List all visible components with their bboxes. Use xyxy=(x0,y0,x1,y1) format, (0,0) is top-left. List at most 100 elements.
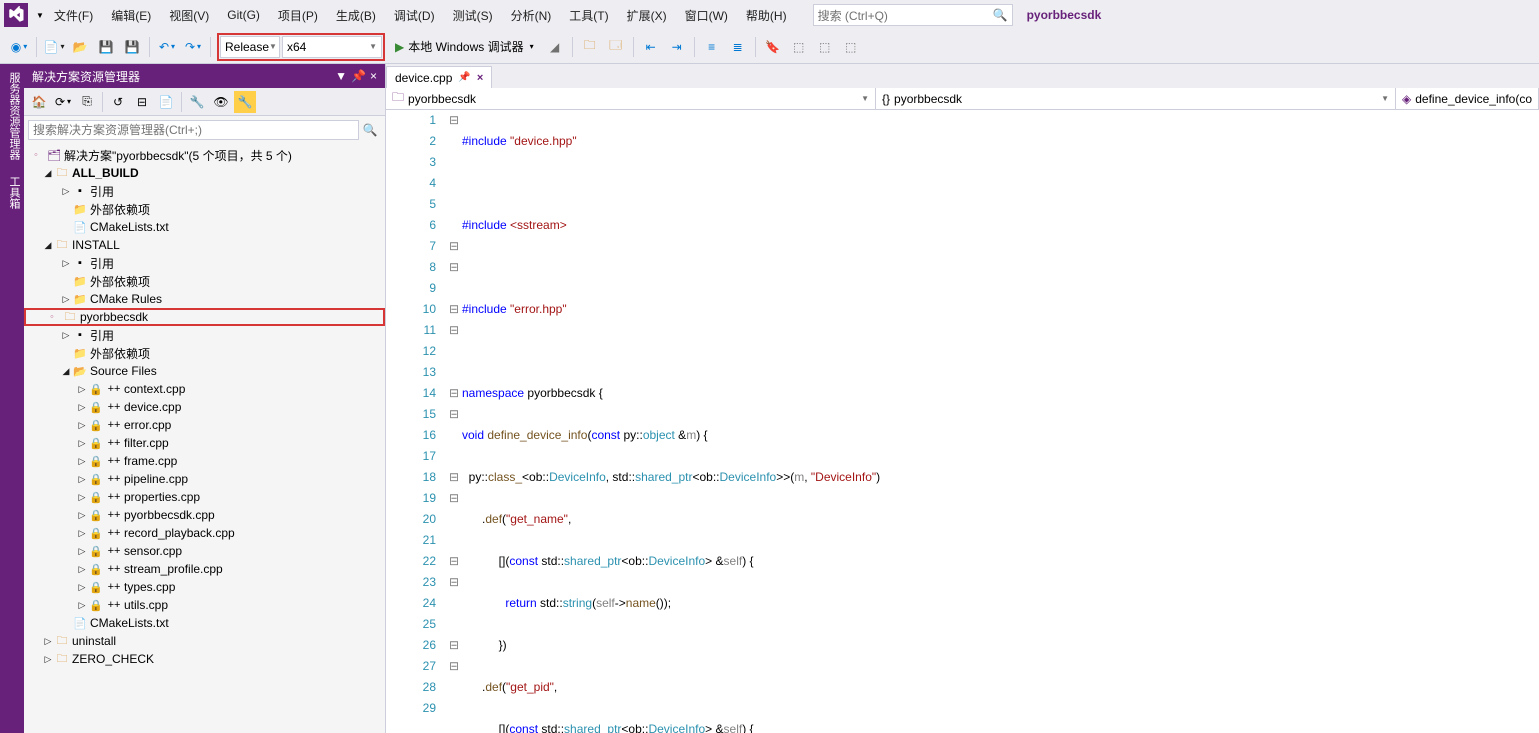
menu-test[interactable]: 测试(S) xyxy=(445,3,501,28)
explorer-search-input[interactable] xyxy=(28,120,359,140)
source-file-node[interactable]: ▷🔒++context.cpp xyxy=(24,380,385,398)
source-file-node[interactable]: ▷🔒++record_playback.cpp xyxy=(24,524,385,542)
comment-button[interactable]: ≡ xyxy=(701,36,723,58)
tool-button-1[interactable]: 🗀 xyxy=(579,36,601,58)
menu-extensions[interactable]: 扩展(X) xyxy=(619,3,675,28)
menu-git[interactable]: Git(G) xyxy=(219,4,268,26)
solution-node[interactable]: ◦🗂解决方案"pyorbbecsdk"(5 个项目，共 5 个) xyxy=(24,146,385,164)
config-platform-group: Release▼ x64▼ xyxy=(217,33,385,61)
menu-file[interactable]: 文件(F) xyxy=(46,3,101,28)
source-file-node[interactable]: ▷🔒++utils.cpp xyxy=(24,596,385,614)
menu-window[interactable]: 窗口(W) xyxy=(677,3,736,28)
source-file-node[interactable]: ▷🔒++filter.cpp xyxy=(24,434,385,452)
solution-explorer-title: 解决方案资源管理器 xyxy=(32,68,140,85)
home-button[interactable]: 🏠 xyxy=(28,91,50,113)
source-files-folder[interactable]: ◢📂Source Files xyxy=(24,362,385,380)
logo-dropdown-icon[interactable]: ▼ xyxy=(36,11,44,20)
show-all-button[interactable]: 📄 xyxy=(155,91,177,113)
external-deps-node[interactable]: 📁外部依赖项 xyxy=(24,344,385,362)
source-file-node[interactable]: ▷🔒++device.cpp xyxy=(24,398,385,416)
panel-dropdown-icon[interactable]: ▼ xyxy=(335,69,347,83)
file-tab-device-cpp[interactable]: device.cpp 📌 × xyxy=(386,66,492,88)
side-tab-server-explorer[interactable]: 服务器资源管理器 xyxy=(0,64,24,168)
source-file-node[interactable]: ▷🔒++sensor.cpp xyxy=(24,542,385,560)
nav-namespace-combo[interactable]: {}pyorbbecsdk▼ xyxy=(876,88,1396,109)
collapse-button[interactable]: ⊟ xyxy=(131,91,153,113)
source-file-node[interactable]: ▷🔒++types.cpp xyxy=(24,578,385,596)
undo-button[interactable]: ↶▾ xyxy=(156,36,178,58)
solution-name-label: pyorbbecsdk xyxy=(1027,8,1102,22)
search-icon: 🔍 xyxy=(993,8,1008,22)
redo-button[interactable]: ↷▾ xyxy=(182,36,204,58)
menu-analyze[interactable]: 分析(N) xyxy=(503,3,560,28)
project-all-build[interactable]: ◢🗀ALL_BUILD xyxy=(24,164,385,182)
nav-back-button[interactable]: ◉▾ xyxy=(8,36,30,58)
source-file-node[interactable]: ▷🔒++frame.cpp xyxy=(24,452,385,470)
vs-logo-icon xyxy=(4,3,28,27)
pin-icon[interactable]: 📌 xyxy=(458,72,470,83)
external-deps-node[interactable]: 📁外部依赖项 xyxy=(24,272,385,290)
nav-project-combo[interactable]: 🗀pyorbbecsdk▼ xyxy=(386,88,876,109)
project-zero-check[interactable]: ▷🗀ZERO_CHECK xyxy=(24,650,385,668)
menu-help[interactable]: 帮助(H) xyxy=(738,3,795,28)
side-tab-toolbox[interactable]: 工具箱 xyxy=(0,168,24,217)
outdent-button[interactable]: ⇥ xyxy=(666,36,688,58)
tool-button-4[interactable]: ⬚ xyxy=(814,36,836,58)
open-button[interactable]: 📂 xyxy=(69,36,91,58)
references-node[interactable]: ▷▪引用 xyxy=(24,182,385,200)
project-install[interactable]: ◢🗀INSTALL xyxy=(24,236,385,254)
sync-button[interactable]: ↺ xyxy=(107,91,129,113)
source-file-node[interactable]: ▷🔒++pipeline.cpp xyxy=(24,470,385,488)
explorer-search-icon[interactable]: 🔍 xyxy=(359,119,381,141)
source-file-node[interactable]: ▷🔒++error.cpp xyxy=(24,416,385,434)
cmake-file-node[interactable]: 📄CMakeLists.txt xyxy=(24,218,385,236)
new-item-button[interactable]: 📄▾ xyxy=(43,36,65,58)
tool-button-5[interactable]: ⬚ xyxy=(840,36,862,58)
code-area[interactable]: 1234567891011121314151617181920212223242… xyxy=(386,110,1539,733)
debug-target-label: 本地 Windows 调试器 xyxy=(408,38,523,55)
switch-views-button[interactable]: ⟳▾ xyxy=(52,91,74,113)
close-tab-icon[interactable]: × xyxy=(477,72,483,84)
indent-button[interactable]: ⇤ xyxy=(640,36,662,58)
uncomment-button[interactable]: ≣ xyxy=(727,36,749,58)
menu-build[interactable]: 生成(B) xyxy=(328,3,384,28)
menu-view[interactable]: 视图(V) xyxy=(161,3,217,28)
external-deps-node[interactable]: 📁外部依赖项 xyxy=(24,200,385,218)
source-file-node[interactable]: ▷🔒++stream_profile.cpp xyxy=(24,560,385,578)
save-all-button[interactable]: 💾 xyxy=(121,36,143,58)
cmake-rules-node[interactable]: ▷📁CMake Rules xyxy=(24,290,385,308)
menu-edit[interactable]: 编辑(E) xyxy=(103,3,159,28)
panel-pin-icon[interactable]: 📌 xyxy=(351,69,366,83)
configuration-combo[interactable]: Release▼ xyxy=(220,36,280,58)
project-uninstall[interactable]: ▷🗀uninstall xyxy=(24,632,385,650)
play-icon: ▶ xyxy=(395,40,404,54)
pending-changes-button[interactable]: ⎘ xyxy=(76,91,98,113)
properties-button[interactable]: 🔧 xyxy=(186,91,208,113)
search-box[interactable]: 搜索 (Ctrl+Q) 🔍 xyxy=(813,4,1013,26)
save-button[interactable]: 💾 xyxy=(95,36,117,58)
project-pyorbbecsdk[interactable]: ◦🗀pyorbbecsdk xyxy=(24,308,385,326)
references-node[interactable]: ▷▪引用 xyxy=(24,254,385,272)
cmake-file-node[interactable]: 📄CMakeLists.txt xyxy=(24,614,385,632)
start-debug-button[interactable]: ▶ 本地 Windows 调试器 ▾ xyxy=(389,36,540,58)
settings-button[interactable]: 🔧 xyxy=(234,91,256,113)
menu-debug[interactable]: 调试(D) xyxy=(386,3,443,28)
code-content[interactable]: #include "device.hpp" #include <sstream>… xyxy=(462,110,1539,733)
source-file-node[interactable]: ▷🔒++properties.cpp xyxy=(24,488,385,506)
platform-combo[interactable]: x64▼ xyxy=(282,36,382,58)
tab-label: device.cpp xyxy=(395,71,452,85)
references-node[interactable]: ▷▪引用 xyxy=(24,326,385,344)
line-number-gutter: 1234567891011121314151617181920212223242… xyxy=(386,110,446,733)
fold-column[interactable]: ⊟⊟⊟⊟⊟⊟⊟⊟⊟⊟⊟⊟⊟ xyxy=(446,110,462,733)
preview-button[interactable]: 👁 xyxy=(210,91,232,113)
menu-tools[interactable]: 工具(T) xyxy=(561,3,616,28)
panel-close-icon[interactable]: × xyxy=(370,69,377,83)
tool-button-2[interactable]: 🗔 xyxy=(605,36,627,58)
tool-button-3[interactable]: ⬚ xyxy=(788,36,810,58)
source-file-node[interactable]: ▷🔒++pyorbbecsdk.cpp xyxy=(24,506,385,524)
explorer-toolbar: 🏠 ⟳▾ ⎘ ↺ ⊟ 📄 🔧 👁 🔧 xyxy=(24,88,385,116)
menu-project[interactable]: 项目(P) xyxy=(270,3,326,28)
debug-dropdown[interactable]: ◢ xyxy=(544,36,566,58)
nav-function-combo[interactable]: ◈define_device_info(co xyxy=(1396,88,1539,109)
bookmark-button[interactable]: 🔖 xyxy=(762,36,784,58)
